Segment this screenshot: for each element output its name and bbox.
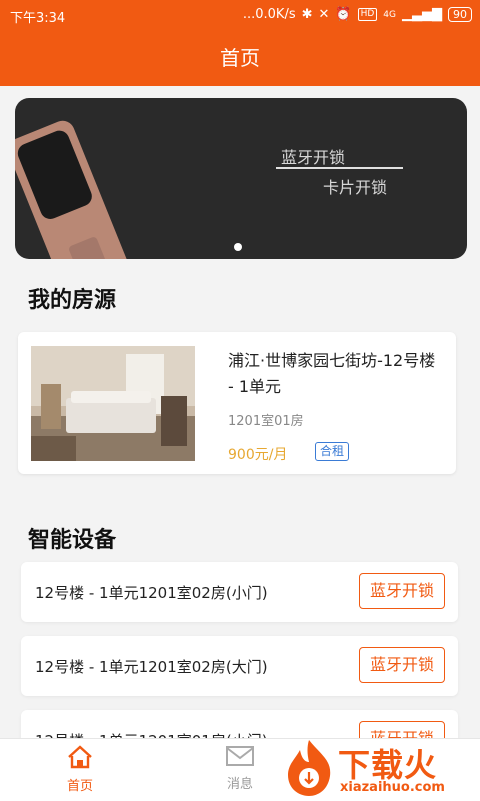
- nav-item-home[interactable]: 首页: [40, 745, 120, 794]
- smart-lock-image: [15, 120, 137, 259]
- nav-label: 消息: [226, 777, 253, 792]
- carousel-indicator[interactable]: [234, 243, 242, 251]
- banner-line1: 蓝牙开锁: [281, 148, 346, 167]
- property-card[interactable]: 浦江·世博家园七街坊-12号楼 - 1单元 1201室01房 900元/月 合租: [18, 332, 456, 474]
- banner-line2: 卡片开锁: [323, 178, 388, 197]
- bluetooth-icon: ✱: [301, 7, 313, 22]
- bluetooth-unlock-button[interactable]: 蓝牙开锁: [359, 573, 445, 609]
- home-icon: [68, 745, 92, 769]
- banner-carousel[interactable]: 蓝牙开锁 卡片开锁: [15, 98, 467, 259]
- room-photo: [31, 346, 195, 461]
- my-properties-title: 我的房源: [28, 288, 117, 313]
- device-row: 12号楼 - 1单元1201室02房(大门) 蓝牙开锁: [21, 636, 458, 696]
- property-room: 1201室01房: [228, 414, 304, 429]
- hd-icon: HD: [357, 8, 378, 21]
- smart-devices-title: 智能设备: [28, 528, 117, 553]
- banner-divider: [276, 167, 403, 169]
- device-row: 12号楼 - 1单元1201室02房(小门) 蓝牙开锁: [21, 562, 458, 622]
- mail-icon: [226, 746, 254, 766]
- status-bar: 下午3:34 ...0.0K/s ✱ ✕ ⏰ HD 4G ▁▃▅▇ 90: [0, 0, 480, 30]
- watermark-logo: 下载火 xiazaihuo.com: [282, 738, 480, 800]
- signal-icon: ▁▃▅▇: [402, 7, 442, 22]
- bluetooth-unlock-button[interactable]: 蓝牙开锁: [359, 647, 445, 683]
- nav-item-messages[interactable]: 消息: [200, 745, 280, 792]
- alarm-icon: ⏰: [335, 7, 352, 22]
- signal-label: 4G: [383, 9, 396, 20]
- property-price: 900元/月: [228, 447, 288, 463]
- battery-icon: 90: [448, 7, 472, 22]
- status-icons: ...0.0K/s ✱ ✕ ⏰ HD 4G ▁▃▅▇ 90: [243, 7, 472, 22]
- watermark-subtitle: xiazaihuo.com: [340, 780, 445, 795]
- property-title: 浦江·世博家园七街坊-12号楼 - 1单元: [228, 351, 436, 396]
- page-title: 首页: [0, 30, 480, 86]
- device-name: 12号楼 - 1单元1201室02房(小门): [35, 584, 268, 602]
- mute-icon: ✕: [318, 7, 330, 22]
- nav-label: 首页: [66, 779, 93, 794]
- network-speed: ...0.0K/s: [242, 7, 296, 22]
- property-tag: 合租: [315, 442, 350, 461]
- status-time: 下午3:34: [10, 11, 66, 26]
- flame-icon: [288, 740, 331, 796]
- device-name: 12号楼 - 1单元1201室02房(大门): [35, 658, 268, 676]
